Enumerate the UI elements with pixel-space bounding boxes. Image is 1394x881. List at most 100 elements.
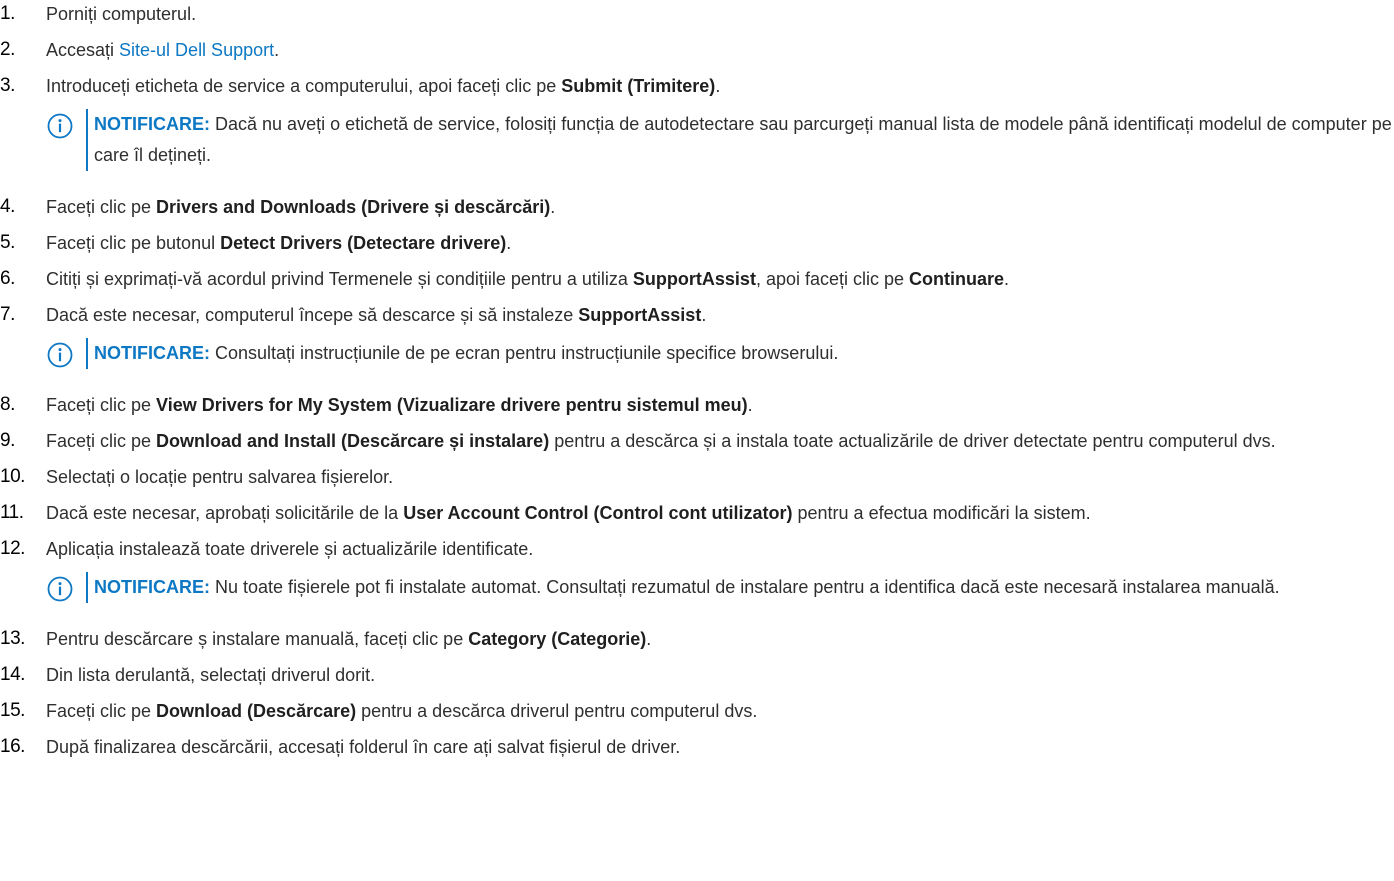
step-text-part: pentru a descărca driverul pentru comput… bbox=[356, 701, 758, 721]
step-text: Aplicația instalează toate driverele și … bbox=[46, 539, 533, 559]
step-bold-text: Submit (Trimitere) bbox=[561, 76, 716, 96]
step-text-part: . bbox=[747, 395, 753, 415]
info-circle-icon bbox=[47, 576, 73, 602]
step-text-part: . bbox=[1004, 269, 1010, 289]
step-text-part: . bbox=[274, 40, 280, 60]
step-text-part: Faceți clic pe bbox=[46, 701, 157, 721]
step-item: 10. Selectați o locație pentru salvarea f… bbox=[0, 463, 1394, 491]
step-item: 12. Aplicația instalează toate driverele … bbox=[0, 535, 1394, 603]
step-text: Introduceți eticheta de service a comput… bbox=[46, 76, 720, 96]
step-number: 11. bbox=[0, 502, 24, 523]
step-text: Din lista derulantă, selectați driverul … bbox=[46, 665, 375, 685]
step-text-part: Faceți clic pe butonul bbox=[46, 233, 221, 253]
step-number: 8. bbox=[0, 394, 15, 415]
step-text: Faceți clic pe Download (Descărcare) pen… bbox=[46, 701, 757, 721]
step-item: 6. Citiți și exprimați-vă acordul privind… bbox=[0, 265, 1394, 293]
note-text: Dacă nu aveți o etichetă de service, fol… bbox=[94, 114, 1392, 165]
step-bold-text: SupportAssist bbox=[578, 305, 702, 325]
step-item: 8. Faceți clic pe View Drivers for My Sys… bbox=[0, 391, 1394, 419]
step-number: 7. bbox=[0, 304, 15, 325]
note-box: NOTIFICARE: Consultați instrucțiunile de… bbox=[46, 338, 1394, 369]
step-bold-text: Drivers and Downloads (Drivere și descăr… bbox=[156, 197, 551, 217]
step-item: 7. Dacă este necesar, computerul începe s… bbox=[0, 301, 1394, 369]
step-bold-text: Detect Drivers (Detectare drivere) bbox=[220, 233, 507, 253]
step-text-part: . bbox=[715, 76, 721, 96]
step-number: 16. bbox=[0, 736, 25, 757]
step-number: 6. bbox=[0, 268, 15, 289]
step-bold-text: SupportAssist bbox=[632, 269, 756, 289]
note-box: NOTIFICARE: Nu toate fișierele pot fi in… bbox=[46, 572, 1394, 603]
step-text: Dacă este necesar, computerul începe să … bbox=[46, 305, 706, 325]
step-item: 16. După finalizarea descărcării, accesaț… bbox=[0, 733, 1394, 761]
step-text-part: Porniți computerul. bbox=[46, 4, 197, 24]
note-content: NOTIFICARE: Nu toate fișierele pot fi in… bbox=[90, 572, 1394, 603]
step-text: Porniți computerul. bbox=[46, 4, 196, 24]
note-text: Nu toate fișierele pot fi instalate auto… bbox=[215, 577, 1280, 597]
step-bold-text: Category (Categorie) bbox=[468, 629, 647, 649]
note-content: NOTIFICARE: Consultați instrucțiunile de… bbox=[90, 338, 1394, 369]
step-item: 5. Faceți clic pe butonul Detect Drivers … bbox=[0, 229, 1394, 257]
step-bold-text: View Drivers for My System (Vizualizare … bbox=[156, 395, 748, 415]
step-item: 1. Porniți computerul. bbox=[0, 0, 1394, 28]
step-item: 9. Faceți clic pe Download and Install (D… bbox=[0, 427, 1394, 455]
note-divider bbox=[86, 338, 88, 369]
step-text-part: Faceți clic pe bbox=[46, 395, 157, 415]
dell-support-link[interactable]: Site-ul Dell Support bbox=[119, 40, 274, 60]
step-text-part: Pentru descărcare ș instalare manuală, f… bbox=[46, 629, 469, 649]
step-text-part: . bbox=[646, 629, 652, 649]
step-text-part: pentru a descărca și a instala toate act… bbox=[549, 431, 1276, 451]
note-text: Consultați instrucțiunile de pe ecran pe… bbox=[215, 343, 839, 363]
step-number: 15. bbox=[0, 700, 25, 721]
step-text: După finalizarea descărcării, accesați f… bbox=[46, 737, 680, 757]
step-bold-text: Download and Install (Descărcare și inst… bbox=[156, 431, 550, 451]
step-text-part: Citiți și exprimați-vă acordul privind T… bbox=[46, 269, 633, 289]
info-circle-icon bbox=[47, 113, 73, 139]
step-number: 2. bbox=[0, 39, 15, 60]
step-item: 14. Din lista derulantă, selectați driver… bbox=[0, 661, 1394, 689]
step-text-part: . bbox=[550, 197, 556, 217]
step-text-part: . bbox=[701, 305, 707, 325]
info-circle-icon bbox=[47, 342, 73, 368]
step-text: Dacă este necesar, aprobați solicitările… bbox=[46, 503, 1091, 523]
step-bold-text: User Account Control (Control cont utili… bbox=[403, 503, 793, 523]
step-bold-text: Download (Descărcare) bbox=[156, 701, 357, 721]
step-number: 1. bbox=[0, 3, 15, 24]
step-item: 3. Introduceți eticheta de service a comp… bbox=[0, 72, 1394, 171]
document-page: 1. Porniți computerul. 2. Accesați Site-ul … bbox=[0, 0, 1394, 881]
step-number: 12. bbox=[0, 538, 25, 559]
note-label: NOTIFICARE: bbox=[94, 114, 210, 134]
step-text-part: După finalizarea descărcării, accesați f… bbox=[46, 737, 681, 757]
step-text-part: Accesați bbox=[46, 40, 120, 60]
step-item: 2. Accesați Site-ul Dell Support. bbox=[0, 36, 1394, 64]
step-text: Accesați Site-ul Dell Support. bbox=[46, 40, 279, 60]
note-label: NOTIFICARE: bbox=[94, 343, 210, 363]
step-text-part: Selectați o locație pentru salvarea fiși… bbox=[46, 467, 394, 487]
step-text-part: Din lista derulantă, selectați driverul … bbox=[46, 665, 376, 685]
note-content: NOTIFICARE: Dacă nu aveți o etichetă de … bbox=[90, 109, 1394, 171]
step-item: 13. Pentru descărcare ș instalare manuală… bbox=[0, 625, 1394, 653]
step-text: Pentru descărcare ș instalare manuală, f… bbox=[46, 629, 651, 649]
step-item: 15. Faceți clic pe Download (Descărcare) … bbox=[0, 697, 1394, 725]
step-number: 4. bbox=[0, 196, 15, 217]
step-text-part: Dacă este necesar, aprobați solicitările… bbox=[46, 503, 404, 523]
step-text: Selectați o locație pentru salvarea fiși… bbox=[46, 467, 393, 487]
step-number: 10. bbox=[0, 466, 25, 487]
step-text: Faceți clic pe View Drivers for My Syste… bbox=[46, 395, 753, 415]
step-text-part: Introduceți eticheta de service a comput… bbox=[46, 76, 562, 96]
step-text-part: Dacă este necesar, computerul începe să … bbox=[46, 305, 579, 325]
step-number: 14. bbox=[0, 664, 25, 685]
note-divider bbox=[86, 572, 88, 603]
step-text-part: Aplicația instalează toate driverele și … bbox=[46, 539, 534, 559]
note-label: NOTIFICARE: bbox=[94, 577, 210, 597]
note-box: NOTIFICARE: Dacă nu aveți o etichetă de … bbox=[46, 109, 1394, 171]
step-number: 9. bbox=[0, 430, 15, 451]
step-item: 11. Dacă este necesar, aprobați solicităr… bbox=[0, 499, 1394, 527]
step-item: 4. Faceți clic pe Drivers and Downloads (… bbox=[0, 193, 1394, 221]
step-bold-text: Continuare bbox=[909, 269, 1005, 289]
step-text-part: , apoi faceți clic pe bbox=[755, 269, 910, 289]
step-text-part: Faceți clic pe bbox=[46, 431, 157, 451]
step-text: Faceți clic pe Download and Install (Des… bbox=[46, 431, 1276, 451]
step-text: Citiți și exprimați-vă acordul privind T… bbox=[46, 269, 1009, 289]
note-divider bbox=[86, 109, 88, 171]
steps-list: 1. Porniți computerul. 2. Accesați Site-ul … bbox=[0, 0, 1394, 769]
